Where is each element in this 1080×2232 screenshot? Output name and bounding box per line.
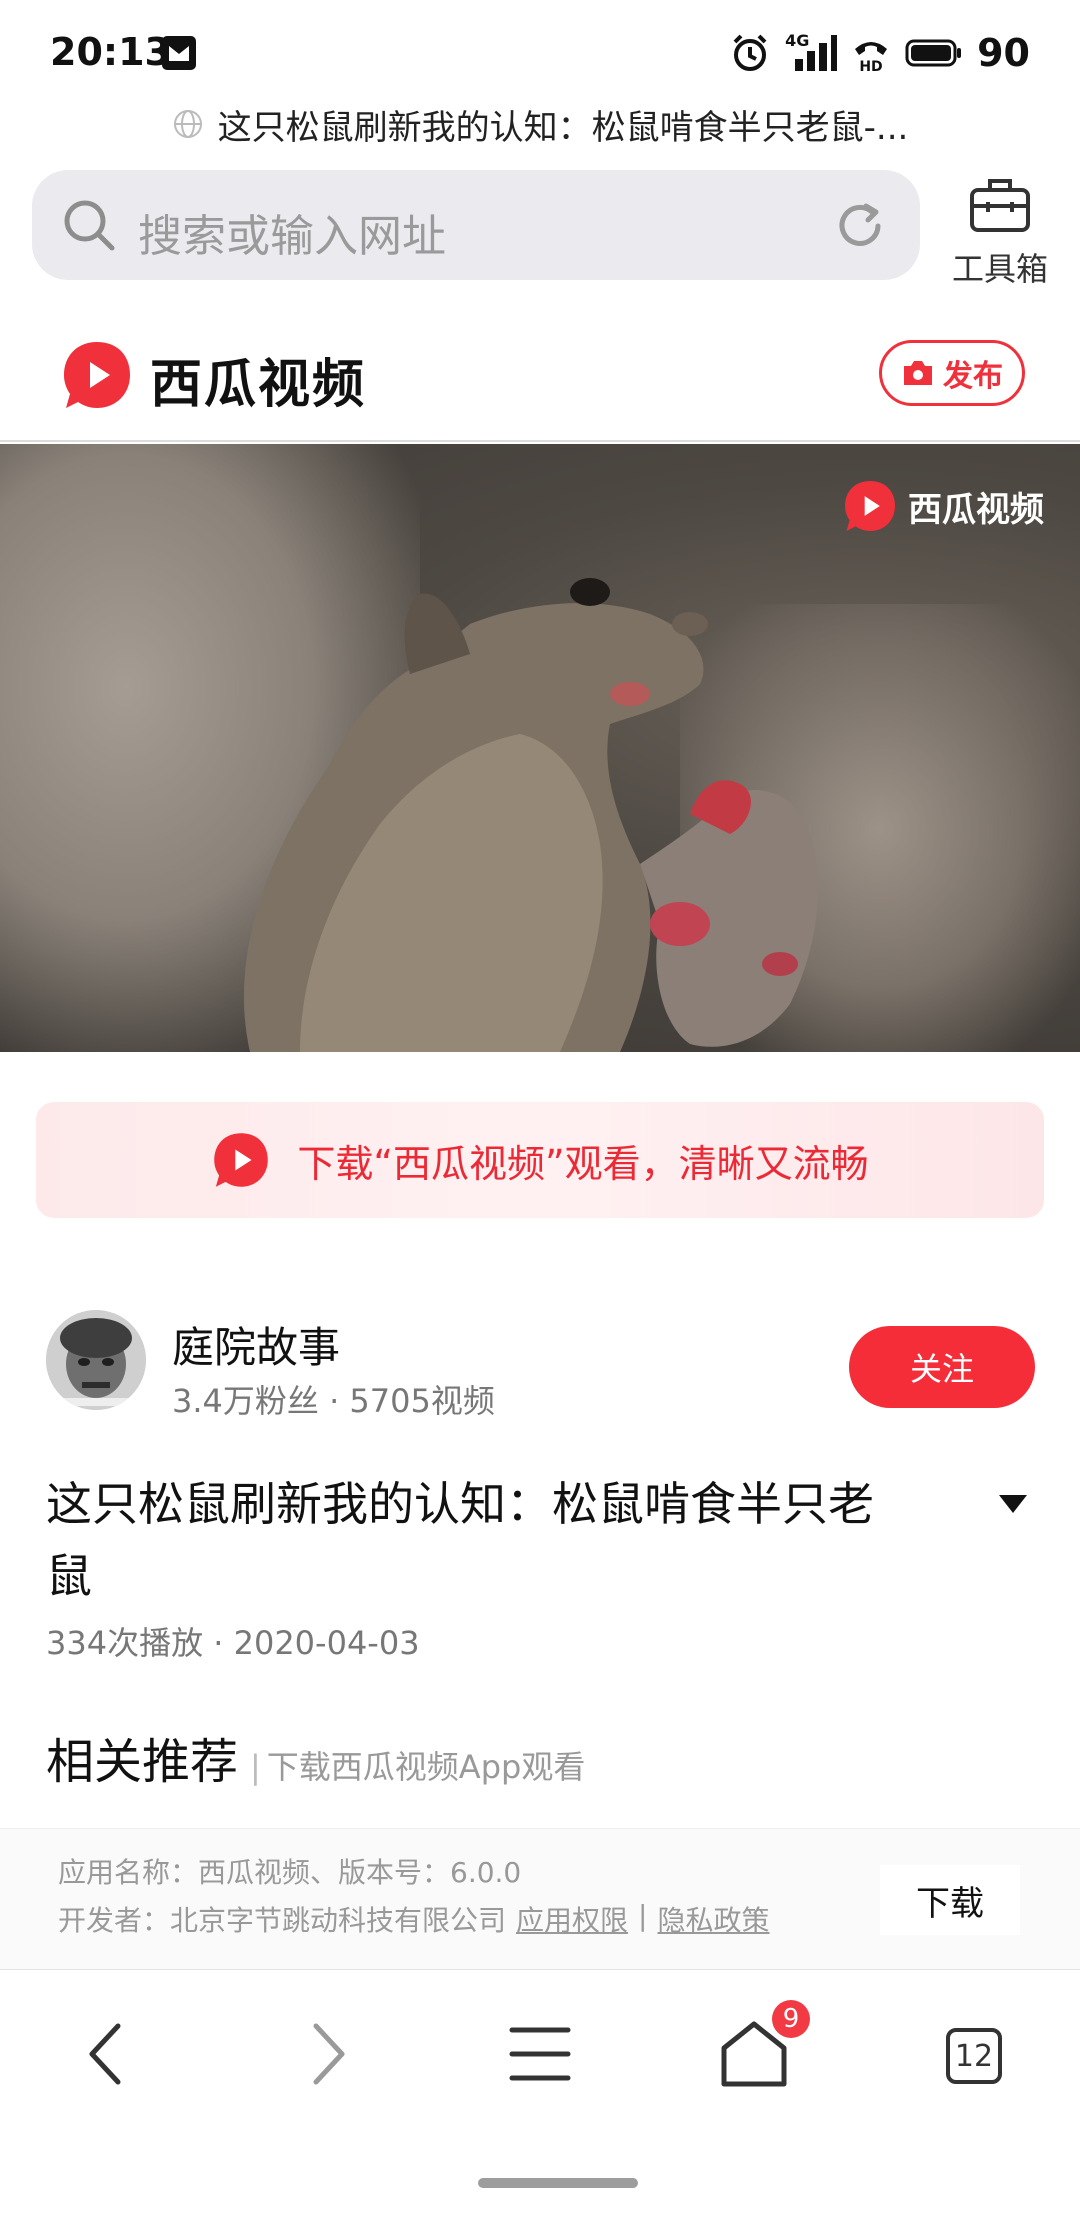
page-title-row[interactable]: 这只松鼠刷新我的认知：松鼠啃食半只老鼠-... [0,96,1080,152]
reload-icon[interactable] [832,198,888,254]
status-icons: 4G HD 90 [729,30,1030,76]
brand-name[interactable]: 西瓜视频 [150,342,366,417]
xigua-banner-icon [214,1133,269,1187]
tabs-icon: 12 [946,2028,1002,2084]
battery-icon [905,39,962,67]
author-avatar[interactable] [46,1310,146,1410]
author-name[interactable]: 庭院故事 [172,1314,340,1375]
author-row: 庭院故事 3.4万粉丝 · 5705视频 关注 [0,1310,1080,1420]
toolbox-label: 工具箱 [951,250,1048,288]
xigua-logo-icon[interactable] [60,338,134,412]
home-badge: 9 [772,2000,810,2038]
bottom-nav: 9 12 [0,1970,1080,2130]
related-title: 相关推荐 [46,1734,239,1790]
back-button[interactable] [68,2014,148,2094]
expand-triangle-icon[interactable] [996,1492,1030,1516]
address-placeholder[interactable]: 搜索或输入网址 [138,200,446,264]
forward-button[interactable] [286,2014,366,2094]
menu-icon [509,2027,571,2081]
download-app-banner[interactable]: 下载“西瓜视频”观看，清晰又流畅 [36,1102,1044,1218]
alarm-icon [733,34,767,71]
video-watermark: 西瓜视频 [842,478,1044,534]
search-icon [64,200,115,251]
privacy-policy-link[interactable]: 隐私政策 [657,1899,769,1939]
xigua-watermark-icon [845,481,895,531]
menu-button[interactable] [500,2014,580,2094]
app-download-button[interactable]: 下载 [880,1865,1020,1935]
tabs-button[interactable]: 12 [932,2014,1012,2094]
video-title: 这只松鼠刷新我的认知：松鼠啃食半只老鼠 [46,1477,874,1603]
status-bar: 20:13 4G HD 90 [0,0,1080,106]
video-meta: 334次播放 · 2020-04-03 [46,1624,420,1662]
watermark-text: 西瓜视频 [908,489,1044,530]
related-section-header: 相关推荐 | 下载西瓜视频App观看 [46,1722,585,1792]
back-icon [89,2023,121,2085]
squirrel-image [243,578,819,1052]
app-permissions-link[interactable]: 应用权限 [516,1899,628,1939]
follow-button[interactable]: 关注 [849,1326,1035,1408]
notification-icon [162,36,196,70]
banner-text: 下载“西瓜视频”观看，清晰又流畅 [297,1141,869,1186]
app-name-version: 应用名称：西瓜视频、版本号：6.0.0 [58,1856,522,1889]
camera-icon [904,361,932,385]
app-info-bar: 应用名称：西瓜视频、版本号：6.0.0 开发者：北京字节跳动科技有限公司 应用权… [0,1828,1080,1970]
toolbox-button[interactable]: 工具箱 [940,168,1060,288]
page-title: 这只松鼠刷新我的认知：松鼠啃食半只老鼠-... [217,107,909,148]
signal-icon: 4G [785,31,838,73]
battery-level: 90 [977,31,1030,75]
site-header: 西瓜视频 发布 [0,300,1080,442]
app-link-divider: | [638,1899,648,1932]
app-developer-line: 开发者：北京字节跳动科技有限公司 应用权限 | 隐私政策 [58,1899,769,1939]
video-player[interactable]: 西瓜视频 [0,444,1080,1052]
related-hint[interactable]: 下载西瓜视频App观看 [267,1742,586,1788]
publish-button[interactable]: 发布 [879,340,1025,406]
status-time: 20:13 [50,30,171,74]
home-indicator[interactable] [478,2178,638,2188]
related-separator: | [250,1748,261,1786]
author-stats: 3.4万粉丝 · 5705视频 [172,1382,495,1420]
forward-icon [313,2023,345,2085]
home-button[interactable]: 9 [714,2000,810,2094]
publish-label: 发布 [943,359,1003,394]
hd-call-icon: HD [855,42,888,73]
svg-text:HD: HD [859,59,882,73]
app-developer: 开发者：北京字节跳动科技有限公司 [58,1904,507,1937]
address-bar[interactable]: 搜索或输入网址 [32,170,920,280]
toolbox-icon [970,179,1030,232]
globe-icon [173,110,202,138]
network-type: 4G [785,31,810,50]
